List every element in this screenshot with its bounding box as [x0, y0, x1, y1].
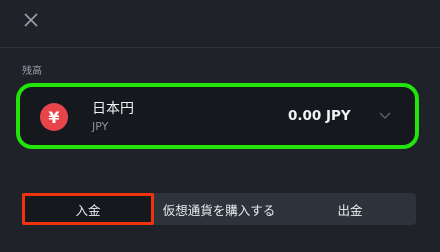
currency-name: 日本円 [92, 101, 134, 117]
deposit-button[interactable]: 入金 [22, 193, 154, 225]
currency-code: JPY [92, 120, 109, 133]
withdraw-button[interactable]: 出金 [284, 193, 416, 225]
header-divider [0, 47, 440, 48]
chevron-down-icon[interactable] [379, 112, 391, 120]
close-icon[interactable] [22, 11, 40, 29]
currency-selector[interactable]: ¥ 日本円 JPY 0.00 JPY [16, 83, 419, 149]
yen-icon: ¥ [40, 103, 68, 131]
balance-amount: 0.00 JPY [288, 108, 351, 124]
action-bar: 入金 仮想通貨を購入する 出金 [22, 193, 416, 225]
buy-crypto-button[interactable]: 仮想通貨を購入する [154, 193, 284, 225]
balance-section-label: 残高 [22, 66, 42, 77]
